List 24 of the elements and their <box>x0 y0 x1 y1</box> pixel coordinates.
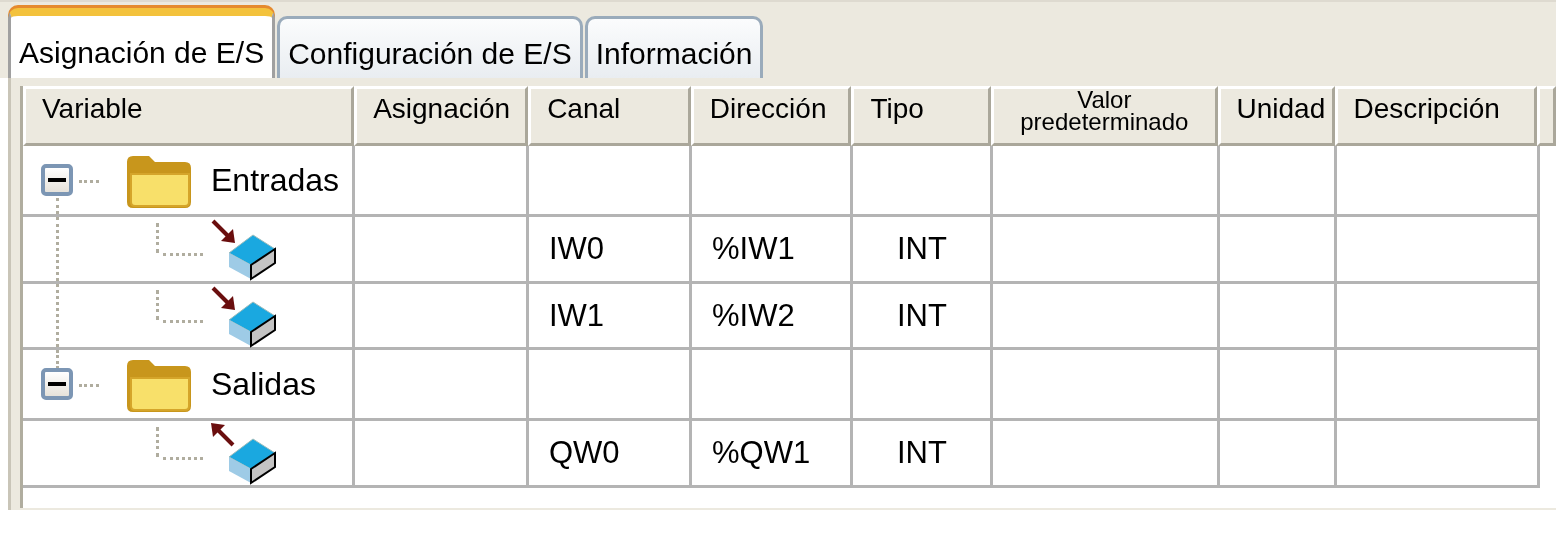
collapse-toggle[interactable] <box>41 368 73 400</box>
column-header[interactable]: Dirección <box>690 86 852 146</box>
tree-item-label[interactable]: Entradas <box>211 161 340 199</box>
column-header[interactable]: Tipo <box>851 86 992 146</box>
column-header[interactable]: Variable <box>23 86 355 146</box>
table-cell-text: %IW1 <box>711 231 795 267</box>
table-cell-text: QW0 <box>548 435 620 471</box>
tab[interactable]: Información <box>584 16 764 78</box>
table-cell-text: INT <box>896 231 947 267</box>
column-header[interactable]: Descripción <box>1334 86 1538 146</box>
column-header[interactable]: Valor predeterminado <box>991 86 1218 146</box>
table-cell-text: %QW1 <box>711 435 811 471</box>
table-cell-text: INT <box>896 435 947 471</box>
collapse-toggle[interactable] <box>41 164 73 196</box>
column-header[interactable]: Asignación <box>354 86 529 146</box>
tab[interactable]: Asignación de E/S <box>8 8 276 78</box>
column-header[interactable]: Unidad <box>1217 86 1335 146</box>
table-cell-text: IW0 <box>548 231 605 267</box>
table-cell-text: INT <box>896 297 947 334</box>
tab[interactable]: Configuración de E/S <box>277 16 583 78</box>
table-cell-text: IW1 <box>548 297 605 334</box>
column-header[interactable]: Canal <box>528 86 691 146</box>
table-cell-text: %IW2 <box>711 297 795 334</box>
tree-item-label[interactable]: Salidas <box>211 365 316 403</box>
